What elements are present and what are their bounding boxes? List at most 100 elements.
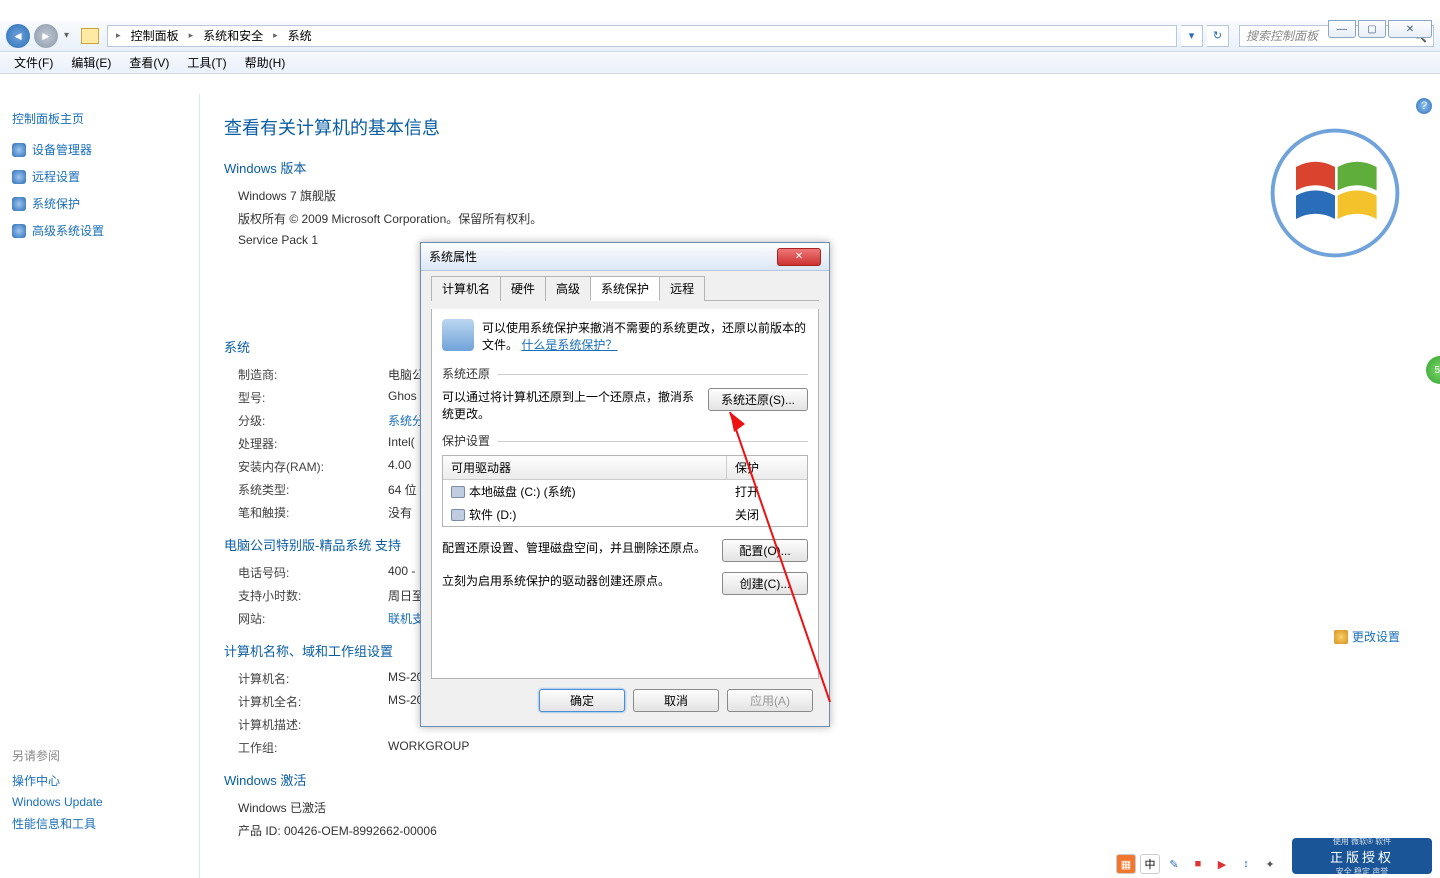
label: 处理器: — [238, 435, 388, 452]
breadcrumb-item[interactable]: 控制面板 — [127, 25, 183, 46]
create-description: 立刻为启用系统保护的驱动器创建还原点。 — [442, 572, 712, 589]
copyright-text: 版权所有 © 2009 Microsoft Corporation。保留所有权利… — [238, 210, 542, 227]
what-is-system-protection-link[interactable]: 什么是系统保护？ — [521, 338, 617, 352]
label: 笔和触摸: — [238, 504, 388, 521]
windows-logo — [1270, 128, 1400, 258]
link-windows-update[interactable]: Windows Update — [12, 795, 103, 809]
menu-file[interactable]: 文件(F) — [6, 52, 61, 73]
col-drive: 可用驱动器 — [443, 456, 727, 479]
dialog-footer: 确定 取消 应用(A) — [431, 679, 819, 716]
nav-bar: ◄ ► ▾ ▸ 控制面板 ▸ 系统和安全 ▸ 系统 ▾ ↻ 搜索控制面板 🔍 — [0, 20, 1440, 52]
chevron-right-icon: ▸ — [185, 30, 198, 41]
sidebar-item-label: 设备管理器 — [32, 141, 92, 158]
back-button[interactable]: ◄ — [6, 24, 30, 48]
sidebar-device-manager[interactable]: 设备管理器 — [12, 141, 187, 158]
breadcrumb-item[interactable]: 系统和安全 — [199, 25, 267, 46]
service-pack: Service Pack 1 — [238, 233, 318, 247]
history-dropdown[interactable]: ▾ — [62, 30, 69, 41]
drive-protection: 打开 — [727, 480, 807, 503]
menu-tools[interactable]: 工具(T) — [179, 52, 234, 73]
label: 分级: — [238, 412, 388, 429]
drive-name: 本地磁盘 (C:) (系统) — [469, 483, 576, 500]
shield-icon — [12, 197, 26, 211]
maximize-button[interactable]: ▢ — [1358, 20, 1386, 38]
value: Ghos — [388, 389, 417, 406]
tab-hardware[interactable]: 硬件 — [500, 276, 546, 301]
label: 计算机名: — [238, 670, 388, 687]
disk-icon — [451, 486, 465, 498]
tab-advanced[interactable]: 高级 — [545, 276, 591, 301]
sidebar: 控制面板主页 设备管理器 远程设置 系统保护 高级系统设置 另请参阅 操作中心 … — [0, 94, 200, 878]
tray-icon[interactable]: ▦ — [1116, 854, 1136, 874]
sidebar-system-protection[interactable]: 系统保护 — [12, 195, 187, 212]
value: WORKGROUP — [388, 739, 469, 756]
value: 电脑公 — [388, 366, 424, 383]
tray-icon[interactable]: ✦ — [1260, 854, 1280, 874]
change-settings-link[interactable]: 更改设置 — [1334, 628, 1400, 645]
change-settings-label: 更改设置 — [1352, 628, 1400, 645]
group-system-restore: 系统还原 — [442, 365, 808, 382]
tray-icon[interactable]: ▶ — [1212, 854, 1232, 874]
tab-computer-name[interactable]: 计算机名 — [431, 276, 501, 301]
breadcrumb[interactable]: ▸ 控制面板 ▸ 系统和安全 ▸ 系统 — [107, 25, 1177, 47]
close-button[interactable]: ✕ — [1388, 20, 1432, 38]
page-title: 查看有关计算机的基本信息 — [224, 114, 1416, 140]
ok-button[interactable]: 确定 — [539, 689, 625, 712]
search-placeholder: 搜索控制面板 — [1246, 27, 1318, 44]
ime-tray: ▦ 中 ✎ ■ ▶ ↕ ✦ — [1116, 854, 1280, 874]
tab-system-protection[interactable]: 系统保护 — [590, 276, 660, 301]
menu-help[interactable]: 帮助(H) — [237, 52, 294, 73]
control-panel-home-link[interactable]: 控制面板主页 — [12, 110, 187, 127]
configure-button[interactable]: 配置(O)... — [722, 539, 808, 562]
label: 支持小时数: — [238, 587, 388, 604]
chevron-right-icon: ▸ — [112, 30, 125, 41]
label: 计算机描述: — [238, 716, 388, 733]
window-controls: — ▢ ✕ — [1328, 20, 1432, 38]
forward-button[interactable]: ► — [34, 24, 58, 48]
system-restore-button[interactable]: 系统还原(S)... — [708, 388, 808, 411]
genuine-badge[interactable]: 使用 微软® 软件 正版授权 安全 稳定 声誉 — [1292, 838, 1432, 874]
value: 周日至 — [388, 587, 424, 604]
badge-mid: 正版授权 — [1330, 847, 1394, 866]
value: 64 位 — [388, 481, 417, 498]
tray-icon[interactable]: ✎ — [1164, 854, 1184, 874]
label: 工作组: — [238, 739, 388, 756]
dialog-titlebar[interactable]: 系统属性 ✕ — [421, 243, 829, 271]
tray-icon[interactable]: ■ — [1188, 854, 1208, 874]
menu-edit[interactable]: 编辑(E) — [63, 52, 119, 73]
breadcrumb-item[interactable]: 系统 — [284, 25, 316, 46]
dialog-body: 计算机名 硬件 高级 系统保护 远程 可以使用系统保护来撤消不需要的系统更改，还… — [421, 271, 829, 726]
location-icon — [81, 28, 99, 44]
tray-icon[interactable]: ↕ — [1236, 854, 1256, 874]
link-performance[interactable]: 性能信息和工具 — [12, 815, 103, 832]
drive-row[interactable]: 本地磁盘 (C:) (系统) 打开 — [443, 480, 807, 503]
dialog-close-button[interactable]: ✕ — [777, 248, 821, 266]
restore-icon — [442, 319, 474, 351]
menu-view[interactable]: 查看(V) — [121, 52, 177, 73]
apply-button: 应用(A) — [727, 689, 813, 712]
value: 400 - — [388, 564, 415, 581]
badge-bot: 安全 稳定 声誉 — [1336, 866, 1388, 877]
section-activation: Windows 激活 — [224, 770, 1416, 789]
sidebar-remote-settings[interactable]: 远程设置 — [12, 168, 187, 185]
restore-description: 可以通过将计算机还原到上一个还原点，撤消系统更改。 — [442, 388, 698, 422]
rating-link[interactable]: 系统分 — [388, 412, 424, 429]
minimize-button[interactable]: — — [1328, 20, 1356, 38]
create-button[interactable]: 创建(C)... — [722, 572, 808, 595]
section-windows-edition: Windows 版本 — [224, 158, 1416, 177]
sidebar-advanced-settings[interactable]: 高级系统设置 — [12, 222, 187, 239]
tab-remote[interactable]: 远程 — [659, 276, 705, 301]
label: 计算机全名: — [238, 693, 388, 710]
shield-icon — [1334, 630, 1348, 644]
drive-row[interactable]: 软件 (D:) 关闭 — [443, 503, 807, 526]
website-link[interactable]: 联机支 — [388, 610, 424, 627]
help-icon[interactable]: ? — [1416, 98, 1432, 114]
menu-bar: 文件(F) 编辑(E) 查看(V) 工具(T) 帮助(H) — [0, 52, 1440, 74]
group-protection-settings: 保护设置 — [442, 432, 808, 449]
link-action-center[interactable]: 操作中心 — [12, 772, 103, 789]
refresh-button[interactable]: ↻ — [1207, 25, 1229, 47]
address-dropdown[interactable]: ▾ — [1181, 25, 1203, 47]
value: 没有 — [388, 504, 412, 521]
ime-lang[interactable]: 中 — [1140, 854, 1160, 874]
cancel-button[interactable]: 取消 — [633, 689, 719, 712]
